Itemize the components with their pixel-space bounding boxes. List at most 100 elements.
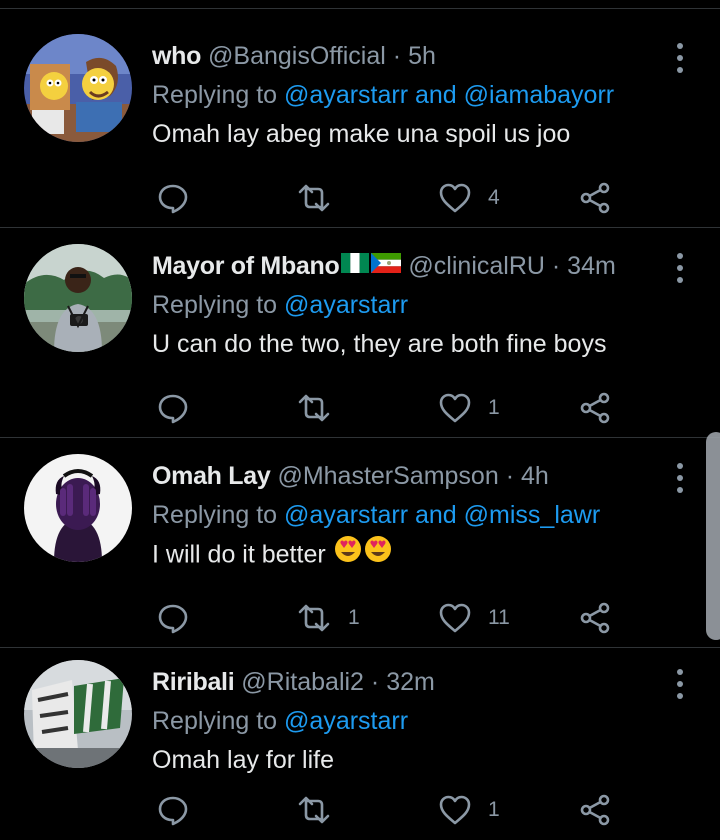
more-options-icon[interactable] [664,40,696,76]
share-button[interactable] [578,178,612,218]
reply-button[interactable] [156,388,206,428]
heart-eyes-emoji-icon [333,534,393,574]
separator-dot: · [392,42,402,70]
separator-dot: · [551,252,561,280]
avatar[interactable] [24,244,132,352]
purple-hands-face-avatar [24,454,132,562]
tweet-text-content: I will do it better [152,540,326,569]
action-bar: 1 11 [152,598,632,638]
retweet-button[interactable] [296,790,348,830]
tweet-card[interactable]: Omah Lay @MhasterSampson · 4h Replying t… [0,438,720,648]
timestamp[interactable]: 5h [408,42,436,70]
tweet-header: Omah Lay @MhasterSampson · 4h [152,456,549,496]
retweet-icon [298,604,330,632]
retweet-icon [298,184,330,212]
share-icon [580,182,610,214]
more-options-icon[interactable] [664,250,696,286]
display-name[interactable]: Mayor of Mbano [152,252,340,280]
reply-button[interactable] [156,598,206,638]
reply-icon [158,184,188,214]
replying-to-label: Replying to [152,81,278,109]
tweet-card[interactable]: Mayor of Mbano @clinicalRU · 34m Replyin… [0,228,720,438]
heart-icon [439,393,471,423]
heart-icon [439,603,471,633]
share-button[interactable] [578,388,612,428]
separator-dot: · [505,462,515,490]
display-name[interactable]: Omah Lay [152,462,271,490]
like-count: 1 [488,396,500,419]
retweet-icon [298,796,330,824]
action-bar: 1 [152,790,632,830]
replying-to: Replying to @ayarstarr [152,704,408,738]
like-button[interactable]: 1 [438,790,500,830]
timestamp[interactable]: 4h [521,462,549,490]
mention-joiner[interactable]: and [415,501,457,529]
tweet-text: Omah lay abeg make una spoil us joo [152,120,571,148]
heart-icon [439,795,471,825]
user-handle[interactable]: @clinicalRU [408,252,545,280]
avatar[interactable] [24,660,132,768]
action-bar: 4 [152,178,632,218]
replying-to-label: Replying to [152,707,278,735]
reply-button[interactable] [156,178,206,218]
avatar[interactable] [24,34,132,142]
avatar[interactable] [24,454,132,562]
like-count: 4 [488,186,500,209]
like-button[interactable]: 4 [438,178,500,218]
tweet-text: U can do the two, they are both fine boy… [152,330,607,358]
separator-dot: · [370,668,380,696]
mention-link[interactable]: @ayarstarr [284,707,408,735]
like-count: 1 [488,798,500,821]
nigeria-flag-icon [341,245,370,285]
tweet-card[interactable]: Riribali @Ritabali2 · 32m Replying to @a… [0,644,720,840]
mention-joiner[interactable]: and [415,81,457,109]
user-handle[interactable]: @MhasterSampson [277,462,498,490]
tweet-text: Omah lay for life [152,746,335,774]
tweet-card[interactable]: who @BangisOfficial · 5h Replying to @ay… [0,18,720,228]
tweet-text: I will do it better [152,536,393,572]
user-handle[interactable]: @BangisOfficial [208,42,386,70]
replying-to: Replying to @ayarstarr and @iamabayorr [152,78,614,112]
replying-to-label: Replying to [152,291,278,319]
simpsons-cartoon-avatar [24,34,132,142]
timestamp[interactable]: 34m [567,252,616,280]
scrollbar-thumb[interactable] [706,432,720,640]
retweet-button[interactable] [296,178,348,218]
top-divider [0,8,720,9]
retweet-button[interactable]: 1 [296,598,360,638]
mention-link[interactable]: @ayarstarr [284,81,408,109]
man-with-camera-avatar [24,244,132,352]
reply-button[interactable] [156,790,206,830]
display-name[interactable]: Riribali [152,668,235,696]
user-handle[interactable]: @Ritabali2 [241,668,364,696]
replying-to-label: Replying to [152,501,278,529]
retweet-button[interactable] [296,388,348,428]
mention-link[interactable]: @ayarstarr [284,291,408,319]
like-button[interactable]: 1 [438,388,500,428]
retweet-icon [298,394,330,422]
share-icon [580,602,610,634]
tweet-header: who @BangisOfficial · 5h [152,36,436,76]
retweet-count: 1 [348,606,360,629]
share-icon [580,794,610,826]
like-count: 11 [488,606,510,629]
share-button[interactable] [578,790,612,830]
display-name[interactable]: who [152,42,201,70]
replying-to: Replying to @ayarstarr and @miss_lawr [152,498,600,532]
timestamp[interactable]: 32m [386,668,435,696]
share-icon [580,392,610,424]
reply-icon [158,604,188,634]
mention-link[interactable]: @miss_lawr [464,501,601,529]
endsars-protest-sign-avatar [24,660,132,768]
mention-link[interactable]: @iamabayorr [464,81,614,109]
more-options-icon[interactable] [664,666,696,702]
action-bar: 1 [152,388,632,428]
heart-icon [439,183,471,213]
reply-icon [158,796,188,826]
like-button[interactable]: 11 [438,598,510,638]
share-button[interactable] [578,598,612,638]
tweet-header: Mayor of Mbano @clinicalRU · 34m [152,246,616,286]
mention-link[interactable]: @ayarstarr [284,501,408,529]
tweet-header: Riribali @Ritabali2 · 32m [152,662,435,702]
more-options-icon[interactable] [664,460,696,496]
